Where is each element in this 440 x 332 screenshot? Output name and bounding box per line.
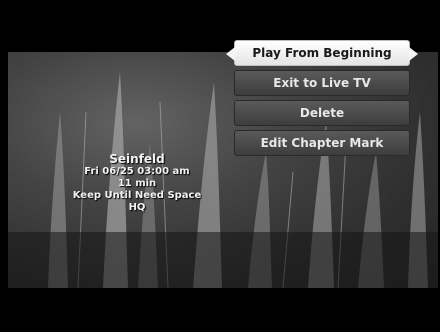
program-quality: HQ <box>128 202 146 213</box>
program-duration: 11 min <box>117 178 157 189</box>
program-title: Seinfeld <box>109 152 165 166</box>
menu-item-label: Play From Beginning <box>252 46 392 60</box>
menu-item-label: Exit to Live TV <box>273 76 371 90</box>
program-datetime: Fri 06/25 03:00 am <box>84 166 190 177</box>
arrow-right-icon <box>409 47 418 61</box>
menu-item-edit-chapter-mark[interactable]: Edit Chapter Mark <box>234 130 410 156</box>
menu-item-exit-to-live-tv[interactable]: Exit to Live TV <box>234 70 410 96</box>
menu-item-delete[interactable]: Delete <box>234 100 410 126</box>
menu-item-play-from-beginning[interactable]: Play From Beginning <box>226 40 418 66</box>
arrow-left-icon <box>226 47 235 61</box>
tv-screen: Seinfeld Fri 06/25 03:00 am 11 min Keep … <box>0 0 440 332</box>
menu-item-label: Edit Chapter Mark <box>260 136 384 150</box>
program-info-panel: Seinfeld Fri 06/25 03:00 am 11 min Keep … <box>62 152 212 214</box>
recording-options-menu: Play From Beginning Exit to Live TV Dele… <box>226 40 418 160</box>
program-keep-policy: Keep Until Need Space <box>72 190 202 201</box>
menu-item-label: Delete <box>299 106 345 120</box>
